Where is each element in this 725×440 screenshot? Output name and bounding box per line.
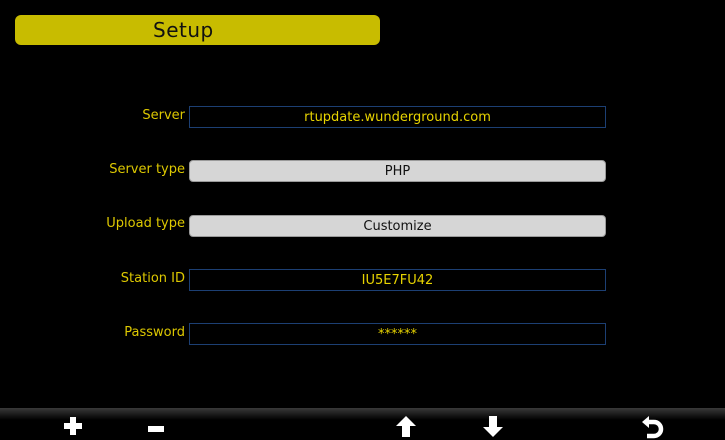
password-label: Password — [124, 325, 185, 340]
bottom-toolbar — [0, 408, 725, 440]
upload-type-label: Upload type — [106, 216, 185, 231]
server-type-select[interactable]: PHP — [189, 160, 606, 182]
upload-type-select[interactable]: Customize — [189, 215, 606, 237]
minus-icon — [148, 426, 164, 432]
password-field[interactable]: ****** — [189, 323, 606, 345]
minus-button[interactable] — [139, 410, 173, 440]
station-id-field[interactable]: IU5E7FU42 — [189, 269, 606, 291]
plus-button[interactable] — [56, 410, 90, 440]
server-field[interactable]: rtupdate.wunderground.com — [189, 106, 606, 128]
return-button[interactable] — [635, 410, 669, 440]
page-title: Setup — [153, 18, 214, 42]
station-id-label: Station ID — [120, 271, 185, 286]
server-type-label: Server type — [109, 162, 185, 177]
arrow-down-icon — [483, 416, 503, 437]
setup-screen: Setup Server rtupdate.wunderground.com S… — [0, 0, 725, 440]
move-down-button[interactable] — [476, 410, 510, 440]
arrow-up-icon — [396, 416, 416, 437]
move-up-button[interactable] — [389, 410, 423, 440]
return-icon — [642, 416, 664, 439]
title-bar: Setup — [15, 15, 380, 45]
plus-icon — [64, 417, 82, 435]
server-label: Server — [142, 108, 185, 123]
